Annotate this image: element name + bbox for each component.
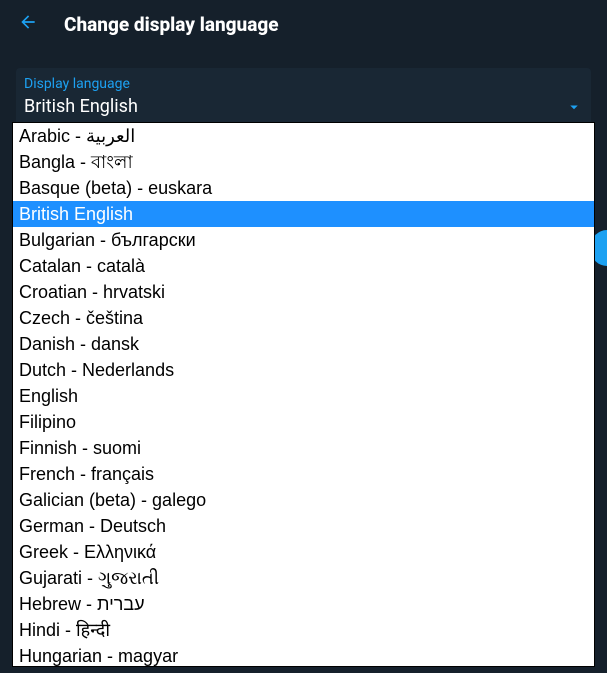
language-dropdown: Display language British English (16, 68, 591, 127)
dropdown-option[interactable]: Danish - dansk (13, 331, 594, 357)
arrow-left-icon (18, 12, 38, 36)
dropdown-option[interactable]: Galician (beta) - galego (13, 487, 594, 513)
page-title: Change display language (64, 13, 279, 36)
dropdown-option[interactable]: Greek - Ελληνικά (13, 539, 594, 565)
dropdown-option[interactable]: Dutch - Nederlands (13, 357, 594, 383)
dropdown-option[interactable]: Bangla - বাংলা (13, 149, 594, 175)
dropdown-selected-value: British English (24, 96, 138, 117)
dropdown-option[interactable]: Hindi - हिन्दी (13, 617, 594, 643)
dropdown-option[interactable]: Czech - čeština (13, 305, 594, 331)
dropdown-option[interactable]: Catalan - català (13, 253, 594, 279)
dropdown-option[interactable]: British English (13, 201, 594, 227)
dropdown-option[interactable]: French - français (13, 461, 594, 487)
dropdown-option[interactable]: Filipino (13, 409, 594, 435)
chevron-down-icon (565, 98, 583, 116)
dropdown-option[interactable]: Arabic - العربية (13, 123, 594, 149)
dropdown-option[interactable]: Hungarian - magyar (13, 643, 594, 667)
dropdown-option[interactable]: German - Deutsch (13, 513, 594, 539)
dropdown-option[interactable]: Gujarati - ગુજરાતી (13, 565, 594, 591)
back-button[interactable] (16, 12, 40, 36)
dropdown-label: Display language (16, 68, 591, 92)
dropdown-option[interactable]: Croatian - hrvatski (13, 279, 594, 305)
dropdown-option[interactable]: English (13, 383, 594, 409)
dropdown-option[interactable]: Basque (beta) - euskara (13, 175, 594, 201)
page-header: Change display language (0, 0, 607, 48)
dropdown-option[interactable]: Hebrew - עברית (13, 591, 594, 617)
dropdown-option[interactable]: Finnish - suomi (13, 435, 594, 461)
dropdown-option[interactable]: Bulgarian - български (13, 227, 594, 253)
dropdown-options-list[interactable]: Arabic - العربيةBangla - বাংলাBasque (be… (12, 122, 595, 667)
